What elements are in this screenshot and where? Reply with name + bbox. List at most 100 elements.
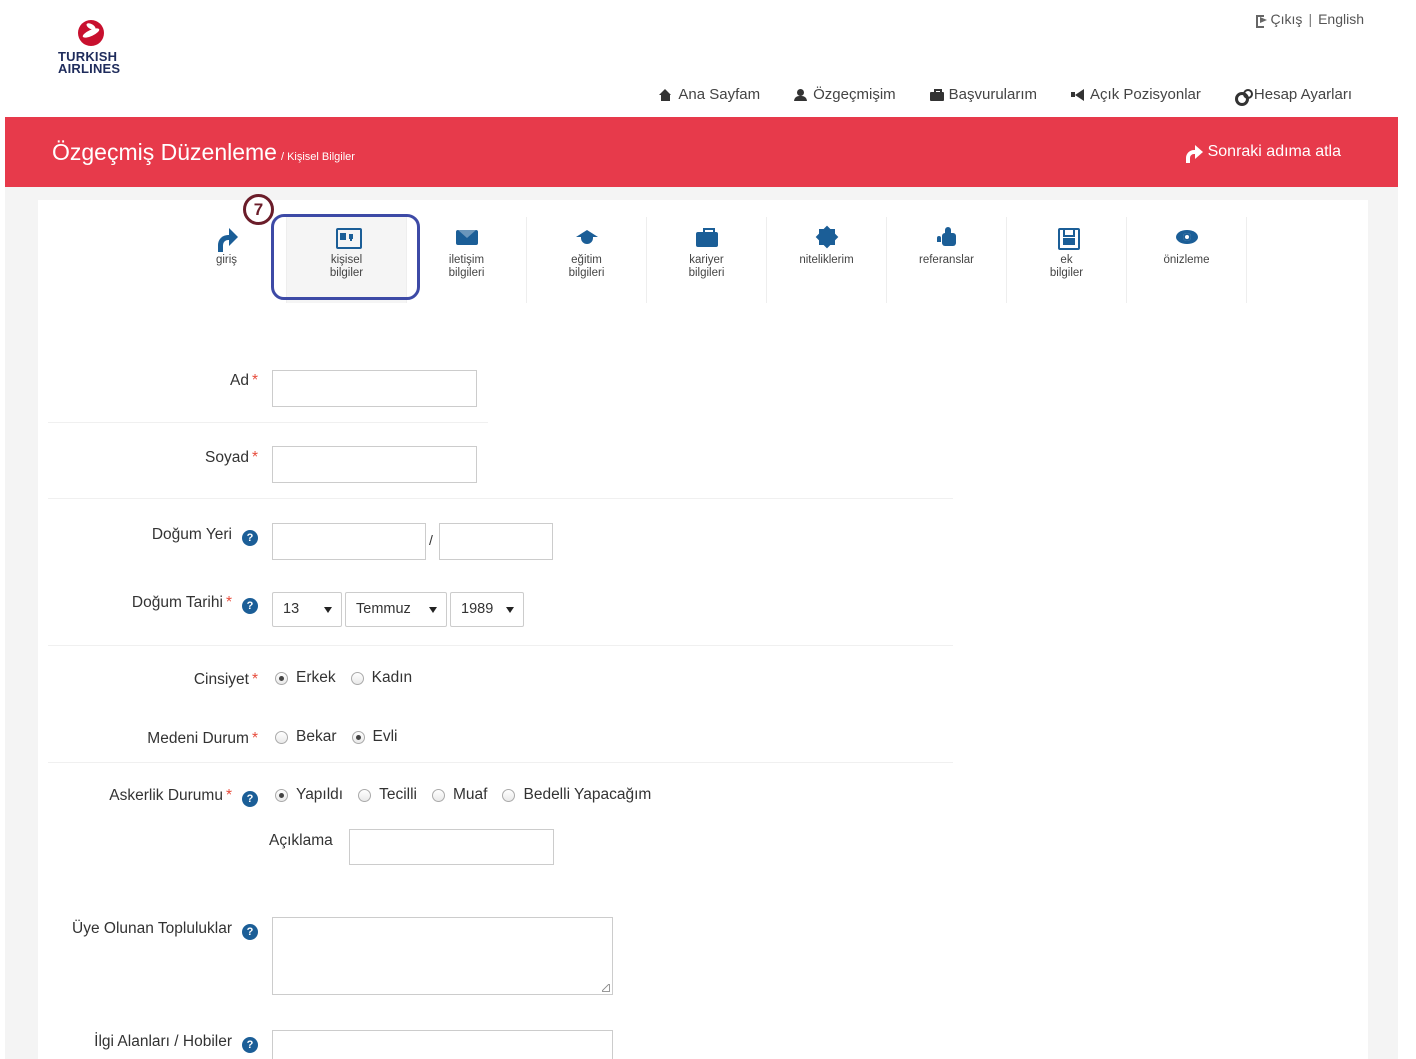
step-kisisel-bilgiler[interactable]: kişisel bilgiler: [287, 217, 407, 303]
certificate-icon: [816, 227, 838, 247]
exit-link[interactable]: Çıkış: [1255, 11, 1302, 28]
nav-account-settings[interactable]: Hesap Ayarları: [1234, 86, 1352, 106]
logo-line2: AIRLINES: [58, 61, 121, 76]
marital-option-evli[interactable]: Evli: [351, 728, 397, 746]
explanation-label: Açıklama: [269, 832, 333, 849]
cogs-icon: [1234, 88, 1253, 106]
step-referanslar[interactable]: referanslar: [887, 217, 1007, 303]
breadcrumb: / Kişisel Bilgiler: [280, 151, 355, 163]
briefcase-icon: [695, 227, 718, 247]
radio-button[interactable]: [275, 788, 288, 802]
birth-country-input[interactable]: [439, 523, 553, 560]
military-status-label: Askerlik Durumu *?: [109, 787, 258, 807]
last-name-input[interactable]: [272, 446, 477, 483]
military-option-bedelli[interactable]: Bedelli Yapacağım: [502, 786, 651, 804]
gender-option-kadin[interactable]: Kadın: [350, 669, 412, 687]
marital-radio-group: Bekar Evli: [275, 728, 412, 746]
briefcase-icon: [929, 88, 944, 101]
radio-button[interactable]: [351, 730, 365, 744]
step-iletisim-bilgileri[interactable]: iletişim bilgileri: [407, 217, 527, 303]
step-label: kişisel: [330, 254, 363, 266]
resize-grip-icon[interactable]: [602, 984, 610, 992]
skip-next-step-link[interactable]: Sonraki adıma atla: [1185, 143, 1341, 163]
required-mark: *: [251, 449, 258, 466]
language-link[interactable]: English: [1318, 11, 1364, 27]
question-circle-icon[interactable]: ?: [242, 530, 258, 546]
resume-steps: giriş kişisel bilgiler iletişim bilgileri …: [167, 217, 1247, 303]
step-label: önizleme: [1163, 254, 1210, 266]
home-icon: [659, 88, 672, 101]
military-option-tecilli[interactable]: Tecilli: [358, 786, 417, 804]
main-nav: Ana Sayfam Özgeçmişim Başvurularım Açık …: [659, 86, 1352, 106]
required-mark: *: [225, 594, 232, 611]
share-icon: [216, 227, 238, 252]
nav-applications[interactable]: Başvurularım: [929, 86, 1038, 103]
step-onizleme[interactable]: önizleme: [1127, 217, 1247, 303]
question-circle-icon[interactable]: ?: [242, 1037, 258, 1053]
radio-button[interactable]: [275, 671, 288, 685]
military-radio-group: Yapıldı Tecilli Muaf Bedelli Yapacağım: [275, 786, 666, 804]
nav-resume[interactable]: Özgeçmişim: [794, 86, 896, 103]
birth-city-input[interactable]: [272, 523, 426, 560]
page-title-band: Özgeçmiş Düzenleme / Kişisel Bilgiler Son…: [5, 117, 1398, 187]
nav-open-positions[interactable]: Açık Pozisyonlar: [1071, 86, 1201, 103]
communities-label: Üye Olunan Topluluklar?: [72, 920, 258, 940]
step-label: giriş: [215, 254, 238, 266]
bullhorn-icon: [1071, 88, 1085, 101]
birth-year-select[interactable]: 1989: [450, 592, 524, 627]
radio-button[interactable]: [432, 788, 446, 802]
sign-out-icon: [1255, 14, 1268, 28]
user-icon: [794, 88, 808, 101]
explanation-input[interactable]: [349, 829, 554, 865]
step-egitim-bilgileri[interactable]: eğitim bilgileri: [527, 217, 647, 303]
step-label-line2: bilgileri: [568, 267, 605, 279]
step-kariyer-bilgileri[interactable]: kariyer bilgileri: [647, 217, 767, 303]
birth-month-select[interactable]: Temmuz: [345, 592, 447, 627]
save-icon: [1056, 227, 1080, 250]
military-option-yapildi[interactable]: Yapıldı: [275, 786, 343, 804]
nav-home-label: Ana Sayfam: [678, 86, 761, 103]
nav-applications-label: Başvurularım: [948, 86, 1038, 103]
marital-option-bekar[interactable]: Bekar: [275, 728, 337, 746]
gender-label: Cinsiyet *: [193, 671, 258, 688]
required-mark: *: [225, 787, 232, 804]
top-links-separator: |: [1308, 11, 1313, 27]
step-label: referanslar: [919, 254, 974, 266]
eye-icon: [1175, 227, 1198, 247]
thumbs-up-icon: [936, 227, 958, 247]
id-card-icon: [335, 227, 362, 249]
radio-button[interactable]: [502, 788, 516, 802]
row-divider: [48, 498, 953, 499]
step-ek-bilgiler[interactable]: ek bilgiler: [1007, 217, 1127, 303]
caret-down-icon: [506, 607, 514, 613]
step-label: kariyer: [689, 254, 724, 266]
turkish-airlines-logo[interactable]: TURKISH AIRLINES: [58, 20, 138, 80]
hobbies-textarea[interactable]: [272, 1030, 613, 1059]
step-label-line2: bilgileri: [448, 267, 485, 279]
question-circle-icon[interactable]: ?: [242, 598, 258, 614]
radio-button[interactable]: [358, 788, 372, 802]
step-giris[interactable]: giriş: [167, 217, 287, 303]
radio-button[interactable]: [275, 730, 288, 744]
question-circle-icon[interactable]: ?: [242, 791, 258, 807]
birth-place-label: Doğum Yeri?: [152, 526, 258, 546]
share-arrow-icon: [1185, 145, 1203, 163]
step-label: ek: [1060, 254, 1073, 266]
row-divider: [48, 645, 953, 646]
military-option-muaf[interactable]: Muaf: [432, 786, 487, 804]
first-name-input[interactable]: [272, 370, 477, 407]
required-mark: *: [251, 671, 258, 688]
birth-day-select[interactable]: 13: [272, 592, 342, 627]
step-label-line2: bilgileri: [688, 267, 725, 279]
step-label: niteliklerim: [799, 254, 854, 266]
caret-down-icon: [324, 607, 332, 613]
gender-option-erkek[interactable]: Erkek: [275, 669, 336, 687]
page-title: Özgeçmiş Düzenleme / Kişisel Bilgiler: [52, 139, 355, 166]
radio-button[interactable]: [350, 671, 364, 685]
hobbies-label: İlgi Alanları / Hobiler?: [94, 1033, 258, 1053]
step-niteliklerim[interactable]: niteliklerim: [767, 217, 887, 303]
question-circle-icon[interactable]: ?: [242, 924, 258, 940]
first-name-label: Ad *: [229, 372, 258, 389]
communities-textarea[interactable]: [272, 917, 613, 995]
nav-home[interactable]: Ana Sayfam: [659, 86, 760, 103]
